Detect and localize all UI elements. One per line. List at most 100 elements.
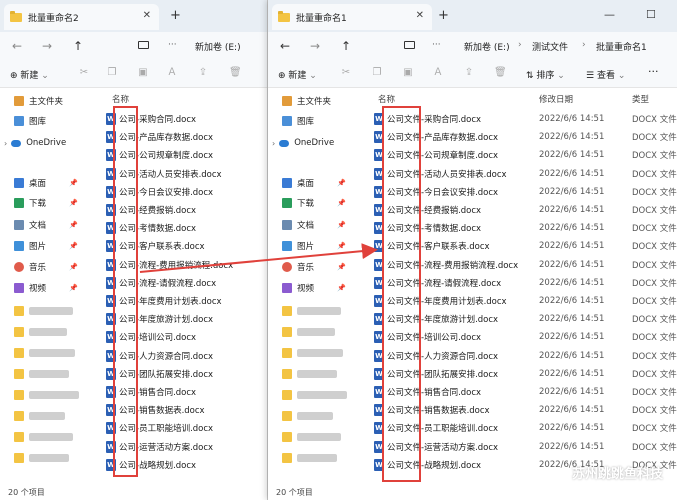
up-arrow-icon[interactable]: ↑ [73,39,83,53]
sidebar-item-desktop[interactable]: 桌面 [282,176,314,190]
breadcrumb-current[interactable]: 批量重命名1 [596,40,647,53]
file-type: DOCX 文件 [632,224,677,235]
sidebar-item-home[interactable]: 主文件夹 [14,94,63,108]
sidebar-item-videos[interactable]: 视频 [282,281,314,295]
sidebar-item-folder[interactable] [14,430,73,444]
sidebar-item-folder[interactable] [282,346,343,360]
folder-icon [14,369,24,379]
maximize-icon[interactable]: ☐ [646,8,656,21]
sidebar-item-pictures[interactable]: 图片 [282,239,314,253]
share-icon[interactable]: ⇪ [197,67,209,79]
document-icon [14,220,24,230]
sidebar-item-folder[interactable] [282,367,337,381]
pin-icon: 📌 [337,221,346,229]
sidebar-item-folder[interactable] [14,451,69,465]
sidebar-item-videos[interactable]: 视频 [14,281,46,295]
new-tab-icon[interactable]: + [438,8,449,23]
tab-batch-rename-2[interactable]: 批量重命名2 ✕ [4,4,159,30]
copy-icon[interactable]: ❐ [106,67,118,79]
sidebar-item-desktop[interactable]: 桌面 [14,176,46,190]
back-arrow-icon[interactable]: ← [12,39,22,53]
sort-button[interactable]: ⇅ 排序 ⌄ [526,68,565,81]
close-icon[interactable]: ✕ [416,10,424,21]
sidebar-item-folder[interactable] [14,325,67,339]
cut-icon[interactable]: ✂ [340,67,352,79]
rename-icon[interactable]: Ａ [166,67,178,79]
sidebar-item-folder[interactable] [14,346,75,360]
column-header-name[interactable]: 名称 [378,93,395,105]
sidebar-item-folder[interactable] [14,409,65,423]
breadcrumb-drive[interactable]: 新加卷 (E:) [464,40,510,53]
sidebar-item-music[interactable]: 音乐 [282,260,314,274]
sidebar-item-folder[interactable] [14,367,69,381]
sidebar-item-onedrive[interactable]: › OneDrive [4,136,66,150]
paste-icon[interactable]: ▣ [402,67,414,79]
folder-icon [14,453,24,463]
sidebar-item-folder[interactable] [282,325,335,339]
sidebar-item-folder[interactable] [282,451,337,465]
cut-icon[interactable]: ✂ [78,67,90,79]
new-button[interactable]: ⊕ 新建 ⌄ [10,68,49,81]
blurred-label [297,328,335,336]
new-tab-icon[interactable]: + [170,8,181,23]
column-header-name[interactable]: 名称 [112,93,129,105]
more-icon[interactable]: ··· [168,40,177,50]
breadcrumb-test-files[interactable]: 测试文件 [532,40,568,53]
sidebar-item-onedrive[interactable]: › OneDrive [272,136,334,150]
tab-batch-rename-1[interactable]: 批量重命名1 ✕ [272,4,432,30]
sidebar-item-downloads[interactable]: 下载 [282,196,314,210]
forward-arrow-icon[interactable]: → [310,39,320,53]
sidebar-item-gallery[interactable]: 图库 [14,114,46,128]
blurred-label [297,370,337,378]
pin-icon: 📌 [69,179,78,187]
back-arrow-icon[interactable]: ← [280,39,290,53]
sidebar-item-folder[interactable] [14,304,73,318]
forward-arrow-icon[interactable]: → [42,39,52,53]
pin-icon: 📌 [337,199,346,207]
folder-icon [282,390,292,400]
file-type: DOCX 文件 [632,115,677,125]
sidebar-item-gallery[interactable]: 图库 [282,114,314,128]
address-bar: ← → ↑ ··· 新加卷 (E:) › 测试文件 › 批量重命名1 [268,32,677,60]
sidebar-item-folder[interactable] [282,304,341,318]
file-type: DOCX 文件 [632,206,677,216]
column-header-type[interactable]: 类型 [632,93,649,105]
file-date: 2022/6/6 14:51 [539,332,605,343]
delete-icon[interactable]: 🗑 [494,67,507,79]
view-button[interactable]: ☰ 查看 ⌄ [586,68,625,81]
up-arrow-icon[interactable]: ↑ [341,39,351,53]
sidebar-item-pictures[interactable]: 图片 [14,239,46,253]
folder-icon [282,327,292,337]
sidebar-item-home[interactable]: 主文件夹 [282,94,331,108]
column-header-date[interactable]: 修改日期 [539,93,573,105]
download-icon [282,198,292,208]
close-icon[interactable]: ✕ [143,10,151,21]
more-icon[interactable]: ··· [432,40,441,50]
sidebar-item-folder[interactable] [14,388,79,402]
desktop-icon [282,178,292,188]
file-type: DOCX 文件 [632,297,677,307]
sidebar-item-folder[interactable] [282,409,333,423]
paste-icon[interactable]: ▣ [137,67,149,79]
sidebar-item-music[interactable]: 音乐 [14,260,46,274]
sidebar-item-folder[interactable] [282,388,347,402]
minimize-icon[interactable]: — [604,8,615,21]
sidebar-item-downloads[interactable]: 下载 [14,196,46,210]
copy-icon[interactable]: ❐ [371,67,383,79]
new-button[interactable]: ⊕ 新建 ⌄ [278,68,317,81]
file-type: DOCX 文件 [632,406,677,417]
rename-icon[interactable]: Ａ [432,67,444,79]
breadcrumb-drive[interactable]: 新加卷 (E:) [195,40,241,53]
pin-icon: 📌 [69,284,78,292]
more-options-icon[interactable]: ··· [648,65,659,78]
file-date: 2022/6/6 14:51 [539,132,605,143]
share-icon[interactable]: ⇪ [463,67,475,79]
sidebar-item-folder[interactable] [282,430,341,444]
pin-icon: 📌 [69,263,78,271]
blurred-label [297,391,347,399]
sidebar-item-documents[interactable]: 文档 [14,218,46,232]
address-bar: ← → ↑ ··· 新加卷 (E:) [0,32,267,60]
delete-icon[interactable]: 🗑 [229,67,242,79]
sidebar-item-documents[interactable]: 文档 [282,218,314,232]
blurred-label [29,370,69,378]
